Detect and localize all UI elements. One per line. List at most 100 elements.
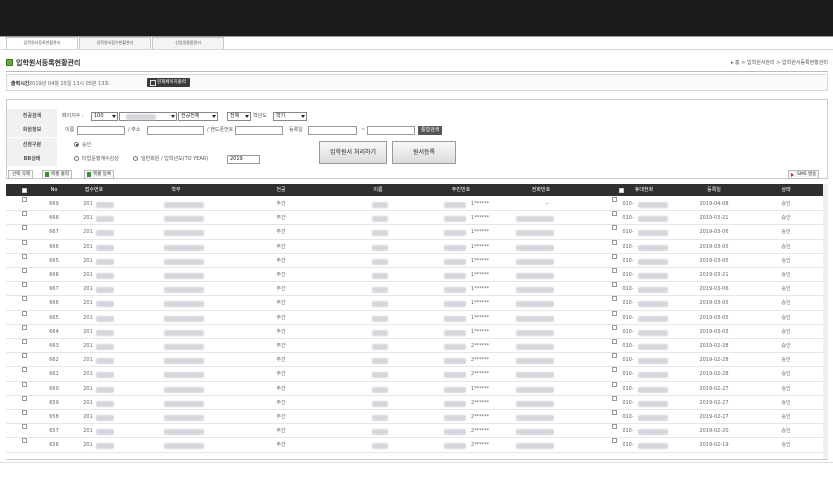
cell-major: 주간 — [276, 385, 286, 392]
table-row[interactable]: 660 201 주간 1****** 010- 2019-02-27 승인 — [6, 381, 828, 396]
row-checkbox[interactable] — [22, 310, 27, 316]
select-all-checkbox[interactable] — [22, 187, 27, 193]
col-receipt[interactable]: 접수번호 — [74, 184, 114, 196]
row-checkbox[interactable] — [22, 225, 27, 231]
row-checkbox[interactable] — [22, 211, 27, 217]
table-row[interactable]: 656 201 주간 2****** 010- 2019-02-19 승인 — [6, 438, 828, 453]
row-mobile-checkbox[interactable] — [612, 310, 617, 316]
status-radio-2[interactable] — [133, 156, 138, 161]
col-name[interactable]: 이름 — [358, 184, 398, 196]
row-mobile-checkbox[interactable] — [612, 296, 617, 302]
print-time-bar: 출력시간 2019년 04월 25일 13시 05분 13초 현재페이지출력 — [6, 74, 828, 91]
approve-radio[interactable] — [74, 142, 79, 147]
row-mobile-checkbox[interactable] — [612, 197, 617, 202]
row-checkbox[interactable] — [22, 324, 27, 330]
excel-import-button[interactable]: 엑셀 등록 — [84, 170, 114, 179]
phone-input[interactable] — [235, 126, 283, 135]
row-mobile-checkbox[interactable] — [612, 282, 617, 288]
row-mobile-checkbox[interactable] — [612, 268, 617, 273]
integrated-search-button[interactable]: 통합검색 — [418, 126, 443, 135]
register-application-button[interactable]: 원서등록 — [392, 141, 456, 164]
process-application-button[interactable]: 입학원서 처리하기 — [319, 141, 387, 164]
table-row[interactable]: 664 201 주간 1****** 010- 2019-03-03 승인 — [6, 324, 828, 339]
redacted-text — [444, 400, 466, 407]
row-mobile-checkbox[interactable] — [612, 225, 617, 231]
row-checkbox[interactable] — [22, 339, 27, 344]
row-checkbox[interactable] — [22, 438, 27, 444]
print-page-button[interactable]: 현재페이지출력 — [147, 78, 190, 87]
row-checkbox[interactable] — [22, 296, 27, 302]
tab-application-register[interactable]: 입학원서등록현황관리 — [6, 37, 78, 49]
cell-mobile: 010- — [622, 314, 634, 321]
row-checkbox[interactable] — [22, 353, 27, 359]
col-regdate[interactable]: 등록일 — [694, 184, 734, 196]
address-input[interactable] — [147, 126, 204, 135]
row-checkbox[interactable] — [22, 381, 27, 387]
row-checkbox[interactable] — [22, 424, 27, 430]
excel-export-button[interactable]: 엑셀 출력 — [42, 170, 72, 179]
row-mobile-checkbox[interactable] — [612, 353, 617, 359]
redacted-text — [516, 443, 554, 450]
table-row[interactable]: 665 201 주간 1****** 010- 2019-03-05 승인 — [6, 253, 828, 268]
table-row[interactable]: 669 201 주간 1****** -- 010- 2019-04-08 승인 — [6, 197, 828, 212]
major-select[interactable]: 전공전체 — [178, 112, 218, 121]
type-select[interactable]: 전체 — [227, 112, 251, 121]
col-dept[interactable]: 학부 — [156, 184, 196, 196]
table-row[interactable]: 667 201 주간 1****** 010- 2019-03-06 승인 — [6, 282, 828, 297]
name-input[interactable] — [77, 126, 125, 135]
row-checkbox[interactable] — [22, 239, 27, 245]
tab-freshman[interactable]: 신입생결품관리 — [152, 37, 224, 49]
row-checkbox[interactable] — [22, 282, 27, 288]
college-select[interactable] — [119, 112, 177, 121]
delete-selected-button[interactable]: 선택 삭제 — [8, 170, 33, 179]
row-checkbox[interactable] — [22, 395, 27, 401]
row-mobile-checkbox[interactable] — [612, 211, 617, 217]
table-row[interactable]: 668 201 주간 1****** 010- 2019-03-21 승인 — [6, 211, 828, 226]
cell-resident: 1****** — [470, 314, 490, 321]
redacted-text — [516, 244, 554, 251]
row-mobile-checkbox[interactable] — [612, 410, 617, 415]
scrollbar[interactable] — [823, 184, 828, 459]
row-mobile-checkbox[interactable] — [612, 239, 617, 245]
table-row[interactable]: 663 201 주간 2****** 010- 2019-02-28 승인 — [6, 339, 828, 354]
table-row[interactable]: 661 201 주간 2****** 010- 2019-02-28 승인 — [6, 367, 828, 382]
row-mobile-checkbox[interactable] — [612, 253, 617, 259]
row-checkbox[interactable] — [22, 197, 27, 202]
table-row[interactable]: 667 201 주간 1****** 010- 2019-03-06 승인 — [6, 225, 828, 240]
row-mobile-checkbox[interactable] — [612, 339, 617, 344]
cell-resident: 2****** — [470, 442, 490, 449]
row-mobile-checkbox[interactable] — [612, 367, 617, 373]
table-row[interactable]: 666 201 주간 1****** 010- 2019-03-05 승인 — [6, 239, 828, 254]
date-from-input[interactable] — [308, 126, 357, 135]
cell-no: 656 — [49, 442, 59, 449]
year-input[interactable]: 2019 — [227, 155, 260, 164]
table-row[interactable]: 666 201 주간 1****** 010- 2019-03-05 승인 — [6, 296, 828, 311]
table-row[interactable]: 658 201 주간 2****** 010- 2019-02-27 승인 — [6, 410, 828, 425]
row-mobile-checkbox[interactable] — [612, 424, 617, 430]
col-no[interactable]: No — [44, 184, 64, 196]
excel-icon — [87, 172, 91, 177]
table-row[interactable]: 665 201 주간 1****** 010- 2019-03-05 승인 — [6, 310, 828, 325]
table-header: No 접수번호 학부 전공 이름 주민번호 전화번호 휴대전화 등록일 상태 — [6, 184, 828, 196]
row-checkbox[interactable] — [22, 410, 27, 415]
date-to-input[interactable] — [367, 126, 415, 135]
table-row[interactable]: 659 201 주간 2****** 010- 2019-02-27 승인 — [6, 395, 828, 410]
cell-resident: 1****** — [470, 385, 490, 392]
table-row[interactable]: 657 201 주간 2****** 010- 2019-02-20 승인 — [6, 424, 828, 439]
row-checkbox[interactable] — [22, 268, 27, 273]
row-mobile-checkbox[interactable] — [612, 438, 617, 444]
row-mobile-checkbox[interactable] — [612, 395, 617, 401]
row-mobile-checkbox[interactable] — [612, 381, 617, 387]
table-row[interactable]: 662 201 주간 2****** 010- 2019-02-28 승인 — [6, 353, 828, 368]
row-checkbox[interactable] — [22, 253, 27, 259]
semester-select[interactable]: 학기 — [273, 112, 307, 121]
redacted-text — [638, 301, 668, 308]
row-checkbox[interactable] — [22, 367, 27, 373]
sms-send-button[interactable]: SMS 발송 — [788, 170, 820, 179]
tab-application-receipt[interactable]: 입학원서접수현황관리 — [79, 37, 151, 49]
row-mobile-checkbox[interactable] — [612, 324, 617, 330]
status-radio-1[interactable] — [74, 156, 79, 161]
table-row[interactable]: 668 201 주간 1****** 010- 2019-03-21 승인 — [6, 268, 828, 283]
cell-receipt: 201 — [83, 257, 93, 264]
page-count-select[interactable]: 100 — [91, 112, 118, 121]
